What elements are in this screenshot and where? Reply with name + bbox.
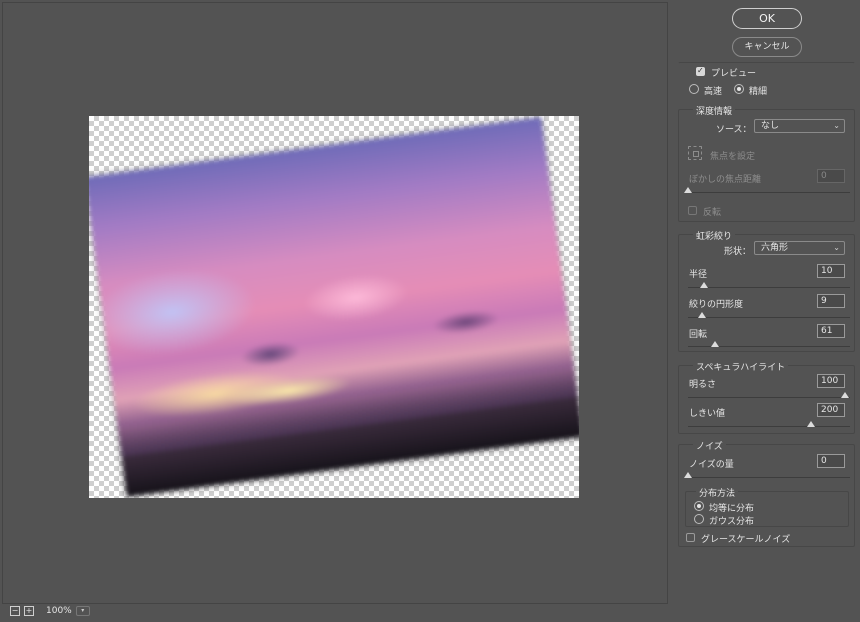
- zoom-dropdown[interactable]: ▾: [75, 606, 90, 616]
- threshold-slider-track[interactable]: [688, 426, 850, 427]
- status-bar: − + 100% ▾: [10, 604, 90, 618]
- set-focus-label: 焦点を設定: [710, 152, 756, 162]
- grayscale-noise-checkbox[interactable]: [686, 533, 695, 542]
- invert-checkbox[interactable]: [688, 206, 697, 215]
- zoom-in-button[interactable]: +: [24, 606, 34, 616]
- blur-focal-slider-track[interactable]: [688, 192, 850, 193]
- preview-image: [89, 117, 579, 497]
- grayscale-noise-label: グレースケールノイズ: [701, 535, 791, 545]
- distribution-title: 分布方法: [696, 486, 739, 499]
- noise-amount-slider-track[interactable]: [688, 477, 850, 478]
- iris-shape-label: 形状：: [724, 247, 752, 257]
- brightness-input[interactable]: 100: [817, 374, 845, 388]
- distribution-gaussian-label: ガウス分布: [709, 517, 755, 527]
- radius-slider-track[interactable]: [688, 287, 850, 288]
- rotation-input[interactable]: 61: [817, 324, 845, 338]
- radius-input[interactable]: 10: [817, 264, 845, 278]
- noise-amount-slider-thumb[interactable]: [684, 472, 692, 478]
- iris-shape-select[interactable]: 六角形 ⌄: [754, 241, 845, 255]
- brightness-slider-thumb[interactable]: [841, 392, 849, 398]
- radius-slider-thumb[interactable]: [700, 282, 708, 288]
- distribution-uniform-label: 均等に分布: [709, 504, 755, 514]
- radius-label: 半径: [689, 270, 708, 280]
- focus-point-icon[interactable]: [688, 146, 702, 160]
- depth-source-label: ソース：: [716, 125, 752, 135]
- blur-focal-distance-label: ぼかしの焦点距離: [689, 175, 762, 185]
- cancel-button[interactable]: キャンセル: [732, 37, 802, 57]
- threshold-input[interactable]: 200: [817, 403, 845, 417]
- distribution-gaussian-radio[interactable]: [694, 514, 704, 524]
- depth-source-value: なし: [761, 121, 780, 131]
- iris-shape-value: 六角形: [761, 243, 789, 253]
- brightness-slider-track[interactable]: [688, 397, 850, 398]
- blur-focal-slider-thumb[interactable]: [684, 187, 692, 193]
- preview-canvas[interactable]: [89, 116, 579, 498]
- specular-section-title: スペキュラハイライト: [693, 360, 789, 373]
- noise-section-title: ノイズ: [693, 439, 726, 452]
- rotation-slider-thumb[interactable]: [711, 341, 719, 347]
- distribution-uniform-radio[interactable]: [694, 501, 704, 511]
- roundness-label: 絞りの円形度: [689, 300, 744, 310]
- blur-focal-distance-input[interactable]: 0: [817, 169, 845, 183]
- rotation-label: 回転: [689, 330, 708, 340]
- depth-section-title: 深度情報: [693, 104, 736, 117]
- noise-amount-label: ノイズの量: [689, 460, 734, 470]
- chevron-down-icon: ⌄: [833, 243, 840, 252]
- zoom-level: 100%: [46, 606, 72, 616]
- threshold-slider-thumb[interactable]: [807, 421, 815, 427]
- noise-amount-input[interactable]: 0: [817, 454, 845, 468]
- brightness-label: 明るさ: [689, 380, 717, 390]
- iris-section-title: 虹彩絞り: [693, 229, 736, 242]
- zoom-out-button[interactable]: −: [10, 606, 20, 616]
- quality-fine-label: 精細: [749, 87, 768, 97]
- quality-fine-radio[interactable]: [734, 84, 744, 94]
- threshold-label: しきい値: [689, 409, 726, 419]
- roundness-slider-thumb[interactable]: [698, 312, 706, 318]
- invert-label: 反転: [703, 208, 722, 218]
- ok-button[interactable]: OK: [732, 8, 802, 29]
- chevron-down-icon: ⌄: [833, 121, 840, 130]
- preview-area[interactable]: [2, 2, 668, 604]
- roundness-input[interactable]: 9: [817, 294, 845, 308]
- quality-fast-label: 高速: [704, 87, 723, 97]
- roundness-slider-track[interactable]: [688, 317, 850, 318]
- depth-source-select[interactable]: なし ⌄: [754, 119, 845, 133]
- quality-fast-radio[interactable]: [689, 84, 699, 94]
- chevron-down-icon: ▾: [81, 607, 85, 614]
